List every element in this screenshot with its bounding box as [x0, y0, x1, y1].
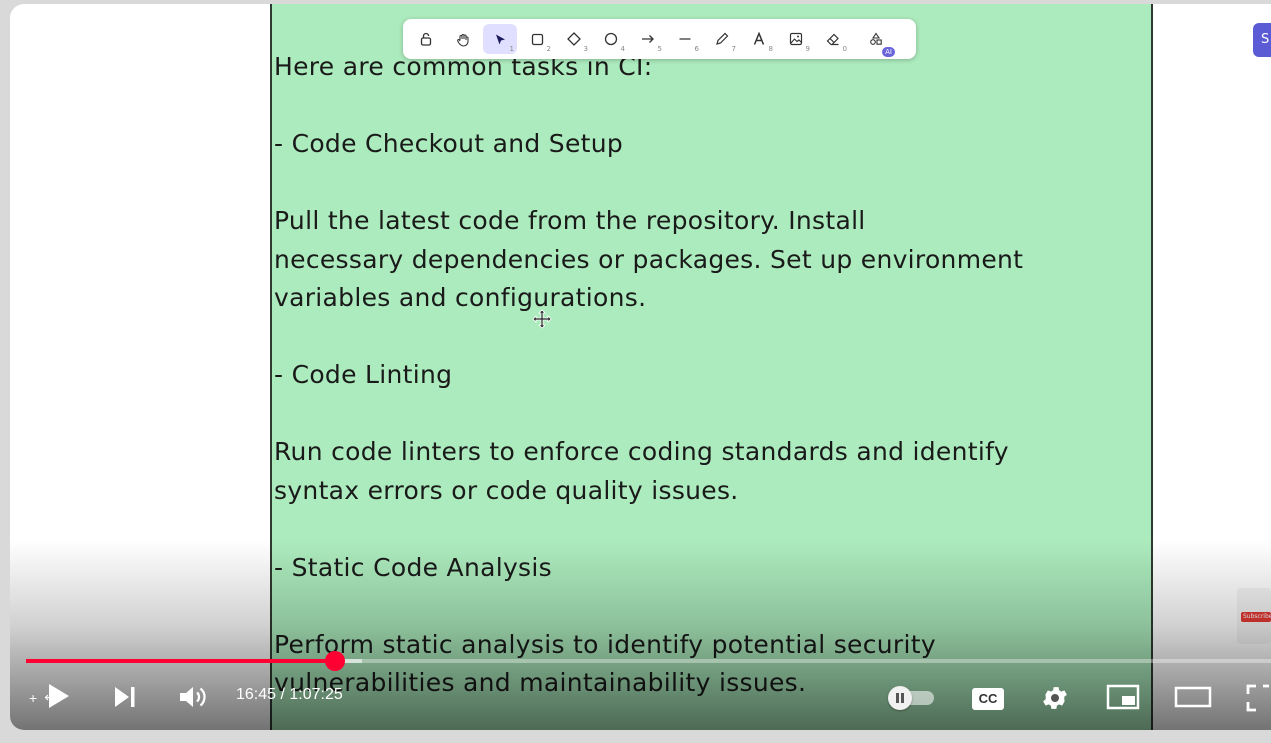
ellipse-icon [604, 32, 618, 46]
time-separator: / [276, 686, 290, 703]
text-line: vulnerabilities and maintainability issu… [274, 668, 807, 697]
volume-icon[interactable] [178, 684, 208, 710]
tool-eraser[interactable]: 0 [816, 24, 850, 54]
text-line: - Code Linting [274, 360, 453, 389]
subscribe-badge: Subscribe [1241, 612, 1271, 622]
text-line [274, 395, 1154, 434]
text-line: Run code linters to enforce coding stand… [274, 437, 1009, 466]
tool-text[interactable]: 8 [742, 24, 776, 54]
tool-shortcut: 9 [805, 45, 810, 53]
tool-shortcut: 1 [509, 45, 514, 53]
image-icon [789, 32, 803, 46]
time-current: 16:45 [236, 686, 277, 703]
autoplay-toggle[interactable] [888, 686, 936, 710]
text-line [274, 164, 1154, 203]
arrow-icon [642, 35, 654, 43]
tool-shortcut: 0 [842, 45, 847, 53]
text-line: necessary dependencies or packages. Set … [274, 244, 1024, 274]
text-line: - Static Code Analysis [274, 552, 552, 582]
tool-shortcut: 5 [657, 45, 662, 53]
tool-hand[interactable] [446, 24, 480, 54]
text-line [274, 87, 1154, 126]
tool-rectangle[interactable]: 2 [520, 24, 554, 54]
progress-bar[interactable] [26, 651, 1271, 671]
settings-gear-icon[interactable] [1040, 683, 1070, 713]
next-icon[interactable] [112, 684, 138, 710]
share-button[interactable]: S [1253, 23, 1271, 57]
pencil-icon [716, 32, 729, 45]
tool-lock[interactable] [409, 24, 443, 54]
subscribe-watermark[interactable]: Subscribe [1237, 588, 1271, 644]
time-display: 16:45 / 1:07:25 [236, 686, 343, 704]
time-total: 1:07:25 [289, 686, 343, 703]
drawing-toolbar: 1 2 3 4 5 6 7 8 9 0 AI [403, 19, 916, 59]
tool-shortcut: 3 [583, 45, 588, 53]
tool-line[interactable]: 6 [668, 24, 702, 54]
hand-icon [456, 33, 469, 47]
text-line: Pull the latest code from the repository… [274, 206, 866, 235]
canvas-text-block[interactable]: Here are common tasks in CI: - Code Chec… [274, 48, 1154, 703]
text-icon [753, 32, 765, 45]
tool-ellipse[interactable]: 4 [594, 24, 628, 54]
ai-badge: AI [882, 47, 895, 57]
theater-mode-icon[interactable] [1174, 686, 1212, 708]
pointer-icon [495, 34, 505, 44]
tool-diamond[interactable]: 3 [557, 24, 591, 54]
tool-shortcut: 7 [731, 45, 736, 53]
progress-played [26, 659, 336, 663]
video-player[interactable]: Here are common tasks in CI: - Code Chec… [10, 4, 1271, 730]
text-line: variables and configurations. [274, 283, 647, 312]
tool-selection[interactable]: 1 [483, 24, 517, 54]
text-line [274, 510, 1154, 549]
diamond-icon [567, 32, 581, 46]
tool-shortcut: 2 [546, 45, 551, 53]
tool-image[interactable]: 9 [779, 24, 813, 54]
text-line [274, 318, 1154, 357]
miniplayer-icon[interactable] [1106, 684, 1140, 710]
pause-icon [896, 693, 904, 703]
shapes-icon [870, 32, 882, 45]
tool-shortcut: 4 [620, 45, 625, 53]
tool-draw[interactable]: 7 [705, 24, 739, 54]
tool-shortcut: 6 [694, 45, 699, 53]
autoplay-knob [888, 686, 912, 710]
rectangle-icon [531, 33, 543, 45]
eraser-icon [826, 33, 839, 46]
lock-icon [420, 32, 432, 46]
line-icon [679, 38, 691, 40]
play-icon[interactable] [46, 682, 72, 710]
tool-more-shapes[interactable]: AI [859, 24, 895, 57]
plus-label: + [29, 690, 38, 706]
tool-arrow[interactable]: 5 [631, 24, 665, 54]
text-line: - Code Checkout and Setup [274, 129, 624, 158]
tool-shortcut: 8 [768, 45, 773, 53]
move-cursor-icon [532, 309, 552, 333]
text-line: syntax errors or code quality issues. [274, 475, 739, 505]
text-line [274, 587, 1154, 626]
fullscreen-icon[interactable] [1246, 684, 1271, 712]
captions-button[interactable]: CC [972, 688, 1004, 710]
